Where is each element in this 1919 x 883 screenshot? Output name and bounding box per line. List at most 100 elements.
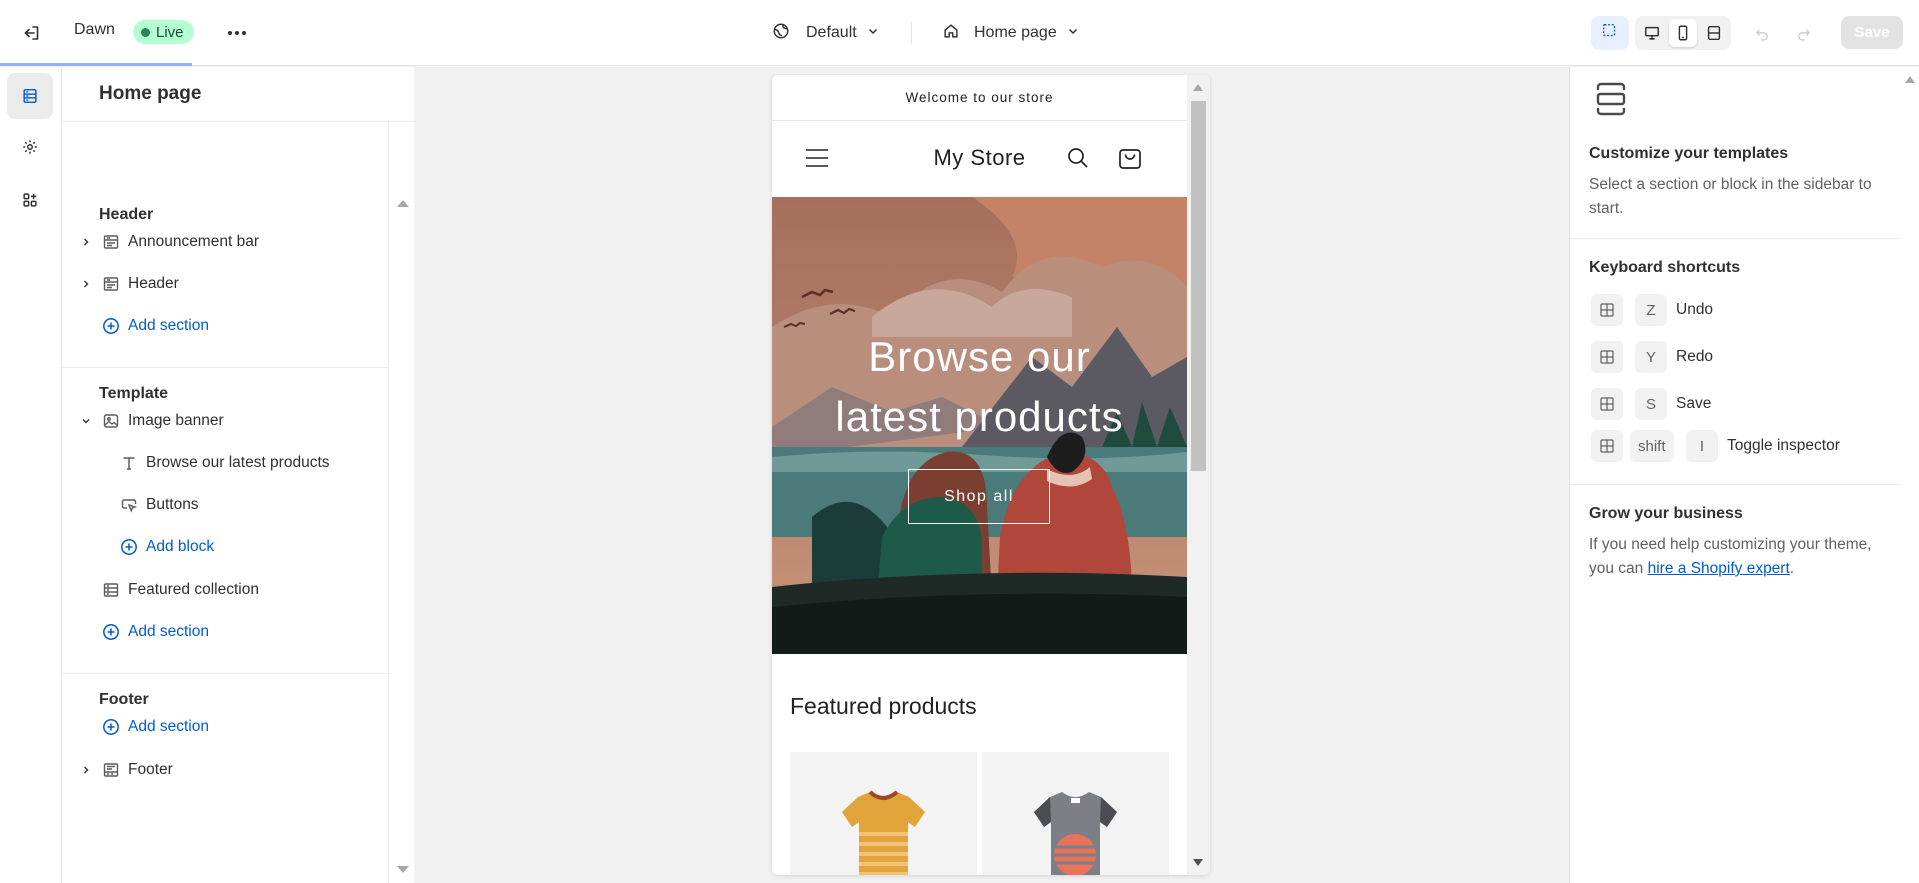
hire-expert-link[interactable]: hire a Shopify expert: [1648, 560, 1790, 577]
shortcut-key: I: [1686, 430, 1718, 462]
chevron-down-icon[interactable]: [80, 415, 92, 427]
grow-title: Grow your business: [1589, 505, 1743, 522]
topbar-divider: [911, 22, 912, 44]
add-circle-icon: [120, 538, 138, 556]
tree-item-image-banner[interactable]: Image banner: [62, 404, 388, 438]
cart-icon[interactable]: [1117, 145, 1143, 175]
chevron-right-icon[interactable]: [80, 764, 92, 776]
sidebar-title: Home page: [99, 83, 202, 104]
scroll-up-icon[interactable]: [1193, 84, 1203, 91]
tree-item-header[interactable]: Header: [62, 267, 388, 301]
text-icon: [120, 454, 138, 472]
collection-icon: [102, 581, 120, 599]
inspector-toggle-button[interactable]: [1591, 16, 1629, 50]
shop-all-button[interactable]: Shop all: [908, 469, 1050, 524]
add-circle-icon: [102, 317, 120, 335]
scroll-down-icon[interactable]: [1193, 859, 1203, 866]
add-section-label: Add section: [128, 718, 209, 735]
keyboard-shortcuts-section: Keyboard shortcuts Z Undo Y Redo S Save …: [1570, 239, 1901, 485]
group-title-template: Template: [99, 385, 169, 402]
divider: [62, 673, 388, 674]
loading-progress-bar: [0, 63, 192, 66]
store-preview[interactable]: Welcome to our store My Store Browse our…: [772, 75, 1210, 875]
tree-item-block-heading[interactable]: Browse our latest products: [62, 446, 388, 480]
shortcut-label: Save: [1676, 395, 1712, 412]
add-section-label: Add section: [128, 317, 209, 334]
tree-item-featured-collection[interactable]: Featured collection: [62, 573, 388, 607]
redo-icon[interactable]: [1792, 22, 1816, 46]
tree-item-label: Header: [128, 275, 179, 292]
chevron-right-icon[interactable]: [80, 278, 92, 290]
group-title-header: Header: [99, 206, 154, 223]
announcement-bar[interactable]: Welcome to our store: [772, 75, 1187, 121]
fullscreen-view-button[interactable]: [1700, 19, 1728, 47]
theme-selector-label: Default: [806, 24, 857, 41]
chevron-down-icon: [867, 24, 879, 42]
banner-heading[interactable]: Browse our latest products: [772, 327, 1187, 447]
theme-settings-gear-icon[interactable]: [7, 124, 53, 170]
inspector-panel: Customize your templates Select a sectio…: [1569, 67, 1901, 883]
tree-item-label: Image banner: [128, 412, 224, 429]
more-actions-button[interactable]: [224, 20, 250, 46]
sections-sidebar: Home page Header Announcement bar Header…: [62, 67, 414, 883]
product-card[interactable]: [982, 752, 1169, 875]
live-status-badge: Live: [133, 20, 194, 44]
tree-item-block-buttons[interactable]: Buttons: [62, 488, 388, 522]
scroll-up-icon[interactable]: [397, 200, 409, 207]
panel-scrollbar[interactable]: [1900, 67, 1919, 883]
add-section-button-footer[interactable]: Add section: [62, 710, 388, 744]
add-block-button[interactable]: Add block: [62, 530, 388, 564]
add-circle-icon: [102, 623, 120, 641]
icon-rail: [0, 67, 62, 883]
mobile-view-button[interactable]: [1669, 19, 1697, 47]
theme-name: Dawn: [74, 21, 115, 38]
sections-icon[interactable]: [7, 73, 53, 119]
tree-item-footer[interactable]: Footer: [62, 753, 388, 787]
grow-business-section: Grow your business If you need help cust…: [1570, 485, 1901, 635]
globe-icon: [772, 22, 790, 45]
image-banner[interactable]: Browse our latest products Shop all: [772, 197, 1187, 654]
exit-icon[interactable]: [18, 19, 46, 47]
add-section-label: Add section: [128, 623, 209, 640]
save-button[interactable]: Save: [1841, 16, 1903, 49]
theme-selector[interactable]: Default: [772, 18, 879, 48]
live-label: Live: [156, 23, 184, 41]
featured-products-title[interactable]: Featured products: [790, 693, 977, 720]
customize-title: Customize your templates: [1589, 145, 1789, 162]
store-header[interactable]: My Store: [772, 121, 1187, 197]
scrollbar-thumb[interactable]: [1191, 101, 1206, 471]
search-icon[interactable]: [1066, 146, 1090, 174]
tree-item-announcement-bar[interactable]: Announcement bar: [62, 225, 388, 259]
scroll-up-icon[interactable]: [1905, 76, 1915, 83]
top-bar: Dawn Live Default Home page Save: [0, 0, 1919, 66]
product-card[interactable]: [790, 752, 977, 875]
add-section-button-template[interactable]: Add section: [62, 615, 388, 649]
shortcut-label: Undo: [1676, 301, 1714, 318]
shortcut-key: shift: [1630, 430, 1674, 462]
shortcut-label: Redo: [1676, 348, 1714, 365]
tree-item-label: Browse our latest products: [146, 454, 330, 471]
footer-layout-icon: [102, 761, 120, 779]
group-title-footer: Footer: [99, 691, 149, 708]
home-icon: [942, 22, 960, 45]
page-selector[interactable]: Home page: [942, 18, 1079, 48]
image-icon: [102, 412, 120, 430]
divider: [62, 367, 388, 368]
preview-scrollbar[interactable]: [1187, 75, 1210, 875]
customize-text: Select a section or block in the sidebar…: [1589, 176, 1872, 217]
chevron-right-icon[interactable]: [80, 236, 92, 248]
apps-icon[interactable]: [7, 177, 53, 223]
scroll-down-icon[interactable]: [397, 866, 409, 873]
page-selector-label: Home page: [974, 24, 1057, 41]
viewport-toggle: [1635, 16, 1731, 50]
cmd-key-icon: [1591, 388, 1623, 420]
tree-item-label: Featured collection: [128, 581, 259, 598]
banner-heading-line: Browse our: [868, 333, 1091, 380]
desktop-view-button[interactable]: [1638, 19, 1666, 47]
add-section-button-header[interactable]: Add section: [62, 309, 388, 343]
section-tree: Header Announcement bar Header Add secti…: [62, 122, 388, 883]
sidebar-scrollbar[interactable]: [388, 122, 414, 883]
undo-icon[interactable]: [1750, 22, 1774, 46]
tree-item-label: Announcement bar: [128, 233, 259, 250]
section-layout-icon: [102, 275, 120, 293]
